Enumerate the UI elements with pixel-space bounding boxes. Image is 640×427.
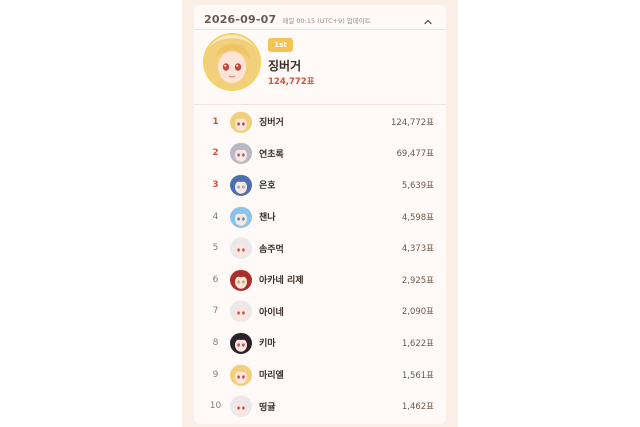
vote-count: 2,090표	[401, 307, 434, 318]
ranking-header: 2026-09-07 매일 00:15 (UTC+9) 업데이트	[204, 10, 436, 28]
rank-number: 9	[212, 369, 219, 380]
rank-number: 3	[212, 179, 219, 190]
white-hair-avatar	[230, 300, 252, 323]
ranking-row[interactable]: 7 아이네 2,090표	[194, 296, 446, 328]
top-ranker-name: 징버거	[268, 59, 302, 73]
vote-count: 5,639표	[401, 180, 434, 191]
rank-number: 8	[212, 337, 219, 348]
white-hair-avatar	[230, 237, 252, 260]
ranker-name: 징버거	[259, 118, 284, 129]
rank-number: 5	[212, 243, 219, 254]
rank-number: 1	[212, 116, 219, 127]
ranker-name: 은호	[259, 181, 276, 192]
ranker-name: 아이네	[259, 307, 284, 318]
dark-hair-avatar	[230, 331, 252, 354]
top-ranker-votes: 124,772표	[268, 77, 315, 87]
ranker-name: 솜주먹	[259, 244, 284, 255]
vote-count: 2,925표	[401, 275, 434, 286]
ranker-name: 키마	[259, 339, 276, 350]
rank-number: 4	[212, 211, 219, 222]
vote-count: 4,598표	[401, 212, 434, 223]
vote-count: 1,561표	[401, 370, 434, 381]
ranker-name: 띵귤	[259, 402, 276, 413]
ranking-row[interactable]: 5 솜주먹 4,373표	[194, 232, 446, 264]
vote-count: 69,477표	[396, 149, 434, 160]
ranker-name: 챈나	[259, 213, 276, 224]
blue-hair-avatar	[230, 173, 252, 196]
red-hair-avatar	[230, 268, 252, 291]
ranking-row[interactable]: 1 징버거 124,772표	[194, 106, 446, 138]
vote-count: 1,462표	[401, 402, 434, 413]
chevron-up-icon[interactable]	[422, 13, 434, 25]
top-ranker-avatar[interactable]	[205, 35, 259, 89]
rank-number: 10	[209, 401, 222, 412]
white-hair-avatar	[230, 395, 252, 418]
vote-count: 4,373표	[401, 244, 434, 255]
vote-count: 124,772표	[391, 117, 434, 128]
first-place-badge: 1st	[268, 38, 293, 52]
ranking-row[interactable]: 3 은호 5,639표	[194, 169, 446, 201]
ranking-row[interactable]: 8 키마 1,622표	[194, 327, 446, 359]
ranker-name: 마리엘	[259, 371, 284, 382]
ranking-date: 2026-09-07	[204, 12, 277, 26]
ranker-name: 연초록	[259, 149, 284, 160]
blonde-hair-avatar	[230, 363, 252, 386]
ranking-list: 1 징버거 124,772표 2 연초록 69,477표 3 은호 5,639표 4 챈나 4,598…	[194, 106, 446, 422]
header-divider	[194, 29, 446, 30]
ranker-name: 아카네 리제	[259, 276, 304, 287]
ranking-row[interactable]: 6 아카네 리제 2,925표	[194, 264, 446, 296]
rank-number: 6	[212, 274, 219, 285]
light-blue-hair-avatar	[230, 205, 252, 228]
vote-count: 1,622표	[401, 338, 434, 349]
update-note: 매일 00:15 (UTC+9) 업데이트	[282, 16, 371, 25]
ranking-row[interactable]: 9 마리엘 1,561표	[194, 359, 446, 391]
list-divider	[194, 104, 446, 105]
ranking-row[interactable]: 2 연초록 69,477표	[194, 138, 446, 170]
gray-hair-avatar	[230, 142, 252, 165]
ranking-row[interactable]: 4 챈나 4,598표	[194, 201, 446, 233]
blonde-hair-avatar	[230, 110, 252, 133]
ranking-row[interactable]: 10 띵귤 1,462표	[194, 390, 446, 422]
rank-number: 7	[212, 306, 219, 317]
rank-number: 2	[212, 148, 219, 159]
